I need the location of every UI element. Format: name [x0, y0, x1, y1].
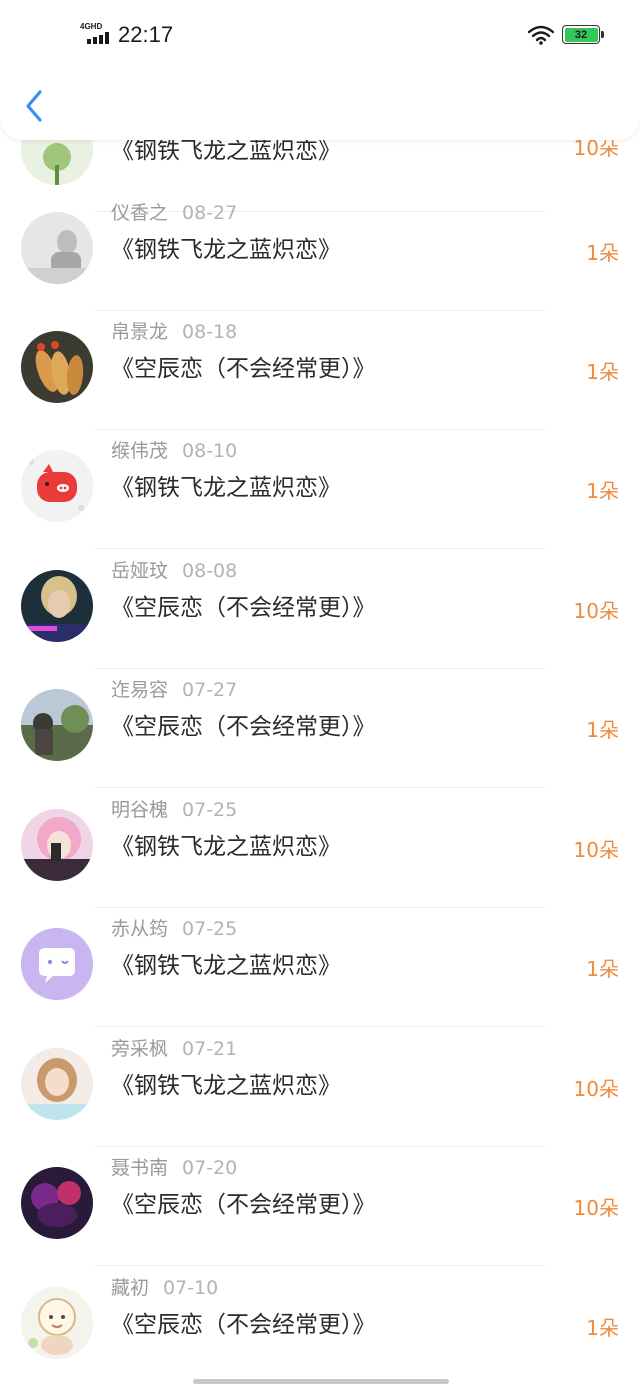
novel-title: 《钢铁飞龙之蓝炽恋》 [111, 953, 341, 979]
user-name: 迮易容 07-27 [111, 679, 238, 701]
avatar [21, 689, 93, 761]
novel-title: 《钢铁飞龙之蓝炽恋》 [111, 475, 341, 501]
divider [95, 1265, 545, 1266]
user-name: 旁采枫 07-21 [111, 1038, 238, 1060]
wifi-icon [528, 25, 554, 45]
back-button[interactable] [20, 86, 50, 126]
date: 08-18 [182, 321, 238, 343]
avatar [21, 1048, 93, 1120]
chevron-left-icon [26, 90, 42, 122]
avatar [21, 928, 93, 1000]
flower-count: 1朵 [586, 1316, 619, 1340]
flower-count: 10朵 [573, 838, 619, 862]
novel-title: 《空辰恋（不会经常更）》 [111, 714, 376, 740]
novel-title: 《钢铁飞龙之蓝炽恋》 [111, 834, 341, 860]
list-item[interactable]: 聂书南 07-20 《空辰恋（不会经常更）》 10朵 [0, 1147, 640, 1266]
date: 08-10 [182, 440, 238, 462]
user-name: 聂书南 07-20 [111, 1157, 238, 1179]
list-item[interactable]: 旁采枫 07-21 《钢铁飞龙之蓝炽恋》 10朵 [0, 1028, 640, 1147]
battery-level: 32 [564, 27, 598, 42]
date: 08-08 [182, 560, 238, 582]
cellular-signal-icon: 4GHD [80, 22, 114, 48]
list-item[interactable]: 明谷槐 07-25 《钢铁飞龙之蓝炽恋》 10朵 [0, 789, 640, 908]
novel-title: 《钢铁飞龙之蓝炽恋》 [111, 237, 341, 263]
user-name: 赤从筠 07-25 [111, 918, 238, 940]
network-type: 4GHD [80, 22, 103, 31]
flower-count: 1朵 [586, 241, 619, 265]
divider [95, 787, 545, 788]
date: 07-25 [182, 799, 238, 821]
list-item[interactable]: 岳娅玟 08-08 《空辰恋（不会经常更）》 10朵 [0, 550, 640, 669]
list-item[interactable]: 仪香之 08-27 《钢铁飞龙之蓝炽恋》 1朵 [0, 192, 640, 311]
gift-record-list: 《钢铁飞龙之蓝炽恋》 10朵 仪香之 08-27 《钢铁飞龙之蓝炽恋》 1朵 帛… [0, 0, 640, 1387]
home-indicator [193, 1379, 449, 1384]
navigation-header: 4GHD 22:17 32 [0, 0, 640, 140]
flower-count: 1朵 [586, 360, 619, 384]
flower-count: 10朵 [573, 1077, 619, 1101]
avatar [21, 331, 93, 403]
date: 07-27 [182, 679, 238, 701]
avatar [21, 1167, 93, 1239]
avatar [21, 1287, 93, 1359]
flower-count: 1朵 [586, 479, 619, 503]
avatar [21, 809, 93, 881]
list-item[interactable]: 迮易容 07-27 《空辰恋（不会经常更）》 1朵 [0, 669, 640, 788]
list-item[interactable]: 帛景龙 08-18 《空辰恋（不会经常更）》 1朵 [0, 311, 640, 430]
date: 08-27 [182, 202, 238, 224]
flower-count: 1朵 [586, 718, 619, 742]
flower-count: 10朵 [573, 599, 619, 623]
battery-icon: 32 [562, 25, 600, 44]
date: 07-10 [163, 1277, 219, 1299]
battery-percentage: 32 [574, 28, 588, 41]
divider [95, 1026, 545, 1027]
flower-count: 10朵 [573, 1196, 619, 1220]
novel-title: 《空辰恋（不会经常更）》 [111, 595, 376, 621]
status-time: 22:17 [118, 22, 174, 47]
date: 07-20 [182, 1157, 238, 1179]
list-item[interactable]: 藏初 07-10 《空辰恋（不会经常更）》 1朵 [0, 1267, 640, 1386]
list-item[interactable]: 赤从筠 07-25 《钢铁飞龙之蓝炽恋》 1朵 [0, 908, 640, 1027]
avatar [21, 450, 93, 522]
user-name: 缑伟茂 08-10 [111, 440, 238, 462]
user-name: 仪香之 08-27 [111, 202, 238, 224]
date: 07-21 [182, 1038, 238, 1060]
list-item[interactable]: 缑伟茂 08-10 《钢铁飞龙之蓝炽恋》 1朵 [0, 430, 640, 549]
novel-title: 《空辰恋（不会经常更）》 [111, 356, 376, 382]
user-name: 岳娅玟 08-08 [111, 560, 238, 582]
divider [95, 548, 545, 549]
user-name: 帛景龙 08-18 [111, 321, 238, 343]
novel-title: 《空辰恋（不会经常更）》 [111, 1192, 376, 1218]
battery-cap [601, 31, 604, 38]
avatar [21, 212, 93, 284]
novel-title: 《钢铁飞龙之蓝炽恋》 [111, 1073, 341, 1099]
user-name: 明谷槐 07-25 [111, 799, 238, 821]
flower-count: 1朵 [586, 957, 619, 981]
date: 07-25 [182, 918, 238, 940]
novel-title: 《空辰恋（不会经常更）》 [111, 1312, 376, 1338]
avatar [21, 570, 93, 642]
user-name: 藏初 07-10 [111, 1277, 219, 1299]
